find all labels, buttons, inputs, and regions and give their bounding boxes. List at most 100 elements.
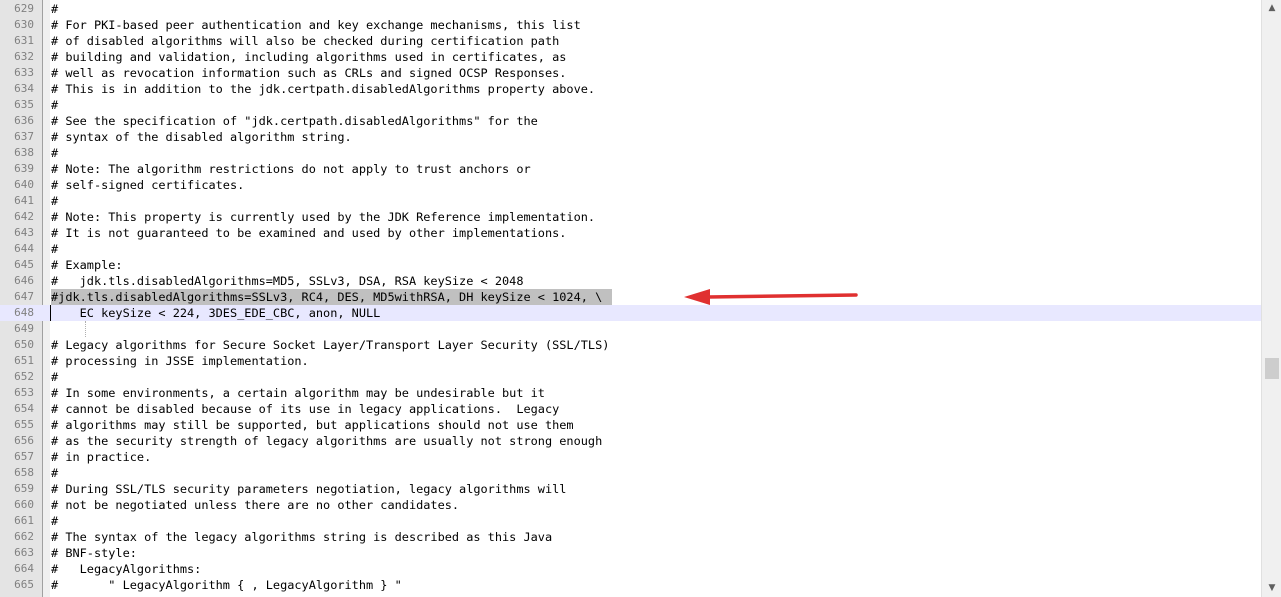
line-text[interactable]: # well as revocation information such as… — [51, 65, 566, 81]
code-line[interactable]: 650 # Legacy algorithms for Secure Socket… — [0, 337, 1261, 353]
code-line[interactable]: 653 # In some environments, a certain alg… — [0, 385, 1261, 401]
line-number: 643 — [14, 226, 34, 239]
line-number: 661 — [14, 514, 34, 527]
code-line[interactable]: 658 # — [0, 465, 1261, 481]
line-number: 635 — [14, 98, 34, 111]
code-line[interactable]: 655 # algorithms may still be supported, … — [0, 417, 1261, 433]
code-line[interactable]: 639 # Note: The algorithm restrictions do… — [0, 161, 1261, 177]
code-line[interactable]: 654 # cannot be disabled because of its u… — [0, 401, 1261, 417]
line-text[interactable]: # — [51, 1, 58, 17]
code-line[interactable]: 649 — [0, 321, 1261, 337]
line-number: 640 — [14, 178, 34, 191]
code-line[interactable]: 657 # in practice. — [0, 449, 1261, 465]
line-text[interactable]: # self-signed certificates. — [51, 177, 244, 193]
line-text[interactable]: # cannot be disabled because of its use … — [51, 401, 559, 417]
code-line[interactable]: 632 # building and validation, including … — [0, 49, 1261, 65]
line-number: 642 — [14, 210, 34, 223]
line-number: 654 — [14, 402, 34, 415]
code-line[interactable]: 641 # — [0, 193, 1261, 209]
line-text[interactable]: # building and validation, including alg… — [51, 49, 566, 65]
text-editor[interactable]: 629 #630 # For PKI-based peer authenticati… — [0, 0, 1261, 597]
line-text[interactable]: # See the specification of "jdk.certpath… — [51, 113, 538, 129]
code-line[interactable]: 637 # syntax of the disabled algorithm st… — [0, 129, 1261, 145]
line-number: 664 — [14, 562, 34, 575]
code-line[interactable]: 635 # — [0, 97, 1261, 113]
line-number: 637 — [14, 130, 34, 143]
line-text[interactable]: # — [51, 369, 58, 385]
code-line[interactable]: 651 # processing in JSSE implementation. — [0, 353, 1261, 369]
line-text[interactable]: # in practice. — [51, 449, 151, 465]
code-line[interactable]: 646 # jdk.tls.disabledAlgorithms=MD5, SSL… — [0, 273, 1261, 289]
scroll-down-icon[interactable]: ▼ — [1262, 580, 1281, 597]
line-text[interactable]: # Note: This property is currently used … — [51, 209, 595, 225]
line-text[interactable]: # Legacy algorithms for Secure Socket La… — [51, 337, 609, 353]
line-text[interactable]: # — [51, 513, 58, 529]
line-text[interactable]: # The syntax of the legacy algorithms st… — [51, 529, 552, 545]
line-text[interactable]: # algorithms may still be supported, but… — [51, 417, 574, 433]
line-text[interactable]: # This is in addition to the jdk.certpat… — [51, 81, 595, 97]
code-line-current[interactable]: 648 EC keySize < 224, 3DES_EDE_CBC, anon… — [0, 305, 1261, 321]
line-text[interactable]: # processing in JSSE implementation. — [51, 353, 309, 369]
code-line[interactable]: 636 # See the specification of "jdk.certp… — [0, 113, 1261, 129]
line-number: 652 — [14, 370, 34, 383]
line-text[interactable]: # of disabled algorithms will also be ch… — [51, 33, 559, 49]
line-number: 629 — [14, 2, 34, 15]
line-text[interactable]: # jdk.tls.disabledAlgorithms=MD5, SSLv3,… — [51, 273, 523, 289]
code-line[interactable]: 660 # not be negotiated unless there are … — [0, 497, 1261, 513]
code-line[interactable]: 664 # LegacyAlgorithms: — [0, 561, 1261, 577]
code-line[interactable]: 629 # — [0, 1, 1261, 17]
line-text[interactable]: # — [51, 241, 58, 257]
line-number: 647 — [14, 290, 34, 303]
code-line[interactable]: 663 # BNF-style: — [0, 545, 1261, 561]
code-line[interactable]: 642 # Note: This property is currently us… — [0, 209, 1261, 225]
code-line[interactable]: 634 # This is in addition to the jdk.cert… — [0, 81, 1261, 97]
line-text[interactable]: # — [51, 193, 58, 209]
line-number: 658 — [14, 466, 34, 479]
code-line[interactable]: 640 # self-signed certificates. — [0, 177, 1261, 193]
code-line[interactable]: 644 # — [0, 241, 1261, 257]
line-number: 644 — [14, 242, 34, 255]
line-text[interactable]: # not be negotiated unless there are no … — [51, 497, 459, 513]
line-text[interactable]: # — [51, 465, 58, 481]
code-line[interactable]: 661 # — [0, 513, 1261, 529]
code-line[interactable]: 630 # For PKI-based peer authentication a… — [0, 17, 1261, 33]
line-text[interactable]: # LegacyAlgorithms: — [51, 561, 201, 577]
line-text[interactable]: # It is not guaranteed to be examined an… — [51, 225, 566, 241]
line-text[interactable]: # — [51, 145, 58, 161]
line-text[interactable]: # syntax of the disabled algorithm strin… — [51, 129, 352, 145]
line-text[interactable]: # For PKI-based peer authentication and … — [51, 17, 581, 33]
line-text[interactable]: EC keySize < 224, 3DES_EDE_CBC, anon, NU… — [50, 305, 380, 321]
line-number: 650 — [14, 338, 34, 351]
code-line[interactable]: 662 # The syntax of the legacy algorithms… — [0, 529, 1261, 545]
code-line[interactable]: 665 # " LegacyAlgorithm { , LegacyAlgorit… — [0, 577, 1261, 593]
line-text[interactable]: # BNF-style: — [51, 545, 137, 561]
vertical-scrollbar[interactable]: ▲ ▼ — [1261, 0, 1281, 597]
line-number: 659 — [14, 482, 34, 495]
line-text[interactable]: # In some environments, a certain algori… — [51, 385, 545, 401]
code-line[interactable]: 633 # well as revocation information such… — [0, 65, 1261, 81]
code-line[interactable]: 656 # as the security strength of legacy … — [0, 433, 1261, 449]
line-text[interactable]: #jdk.tls.disabledAlgorithms=SSLv3, RC4, … — [51, 289, 613, 305]
line-number: 655 — [14, 418, 34, 431]
line-text[interactable]: # During SSL/TLS security parameters neg… — [51, 481, 566, 497]
line-text[interactable]: # " LegacyAlgorithm { , LegacyAlgorithm … — [51, 577, 402, 593]
code-line[interactable]: 631 # of disabled algorithms will also be… — [0, 33, 1261, 49]
line-text[interactable]: # Example: — [51, 257, 123, 273]
code-line[interactable]: 652 # — [0, 369, 1261, 385]
line-number: 646 — [14, 274, 34, 287]
code-line[interactable]: 638 # — [0, 145, 1261, 161]
code-line[interactable]: 643 # It is not guaranteed to be examined… — [0, 225, 1261, 241]
code-line[interactable]: 659 # During SSL/TLS security parameters … — [0, 481, 1261, 497]
line-number: 639 — [14, 162, 34, 175]
line-text[interactable]: # — [51, 97, 58, 113]
line-text[interactable]: # as the security strength of legacy alg… — [51, 433, 602, 449]
line-number: 636 — [14, 114, 34, 127]
scrollbar-thumb[interactable] — [1265, 358, 1279, 379]
line-number: 653 — [14, 386, 34, 399]
line-text[interactable]: # Note: The algorithm restrictions do no… — [51, 161, 531, 177]
indent-guide — [85, 321, 86, 337]
code-line-selected[interactable]: 647 #jdk.tls.disabledAlgorithms=SSLv3, RC… — [0, 289, 1261, 305]
line-number: 638 — [14, 146, 34, 159]
code-line[interactable]: 645 # Example: — [0, 257, 1261, 273]
scroll-up-icon[interactable]: ▲ — [1262, 0, 1281, 17]
